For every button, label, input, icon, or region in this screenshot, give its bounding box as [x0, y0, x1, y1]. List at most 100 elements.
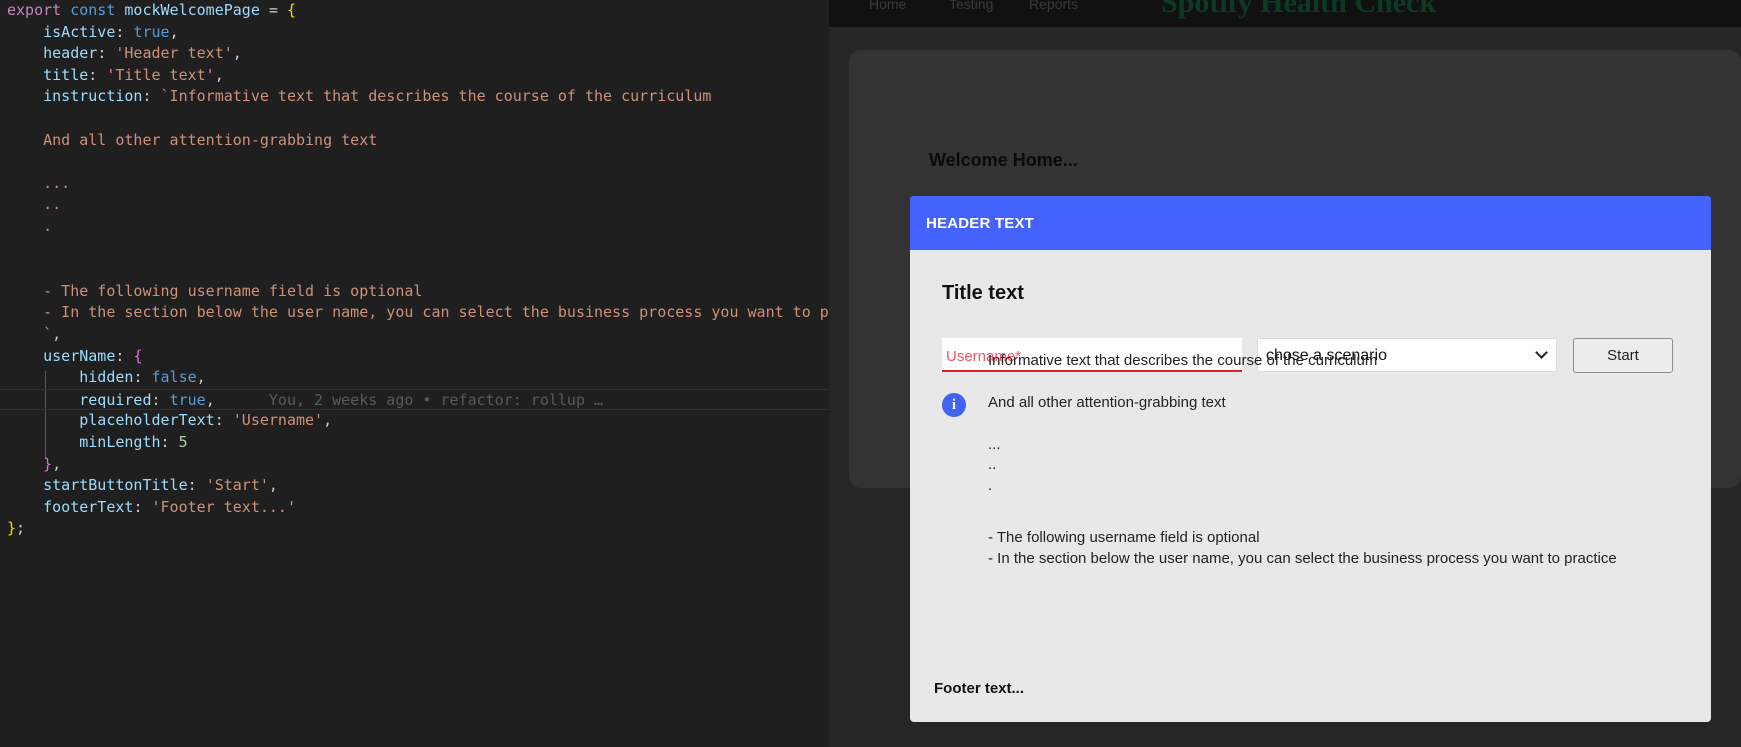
code-token: footerText [43, 497, 134, 516]
code-token: , [169, 22, 179, 41]
code-token: : [160, 433, 179, 451]
code-token: required [79, 390, 152, 409]
code-token: 'Start' [205, 476, 269, 495]
instruction-line: - The following username field is option… [988, 529, 1260, 546]
modal-title: Title text [942, 282, 1024, 304]
code-line: startButtonTitle: 'Start', [7, 475, 278, 497]
code-token: , [214, 65, 224, 84]
code-token: , [205, 390, 215, 409]
info-icon: i [942, 393, 966, 417]
code-line: isActive: true, [7, 22, 179, 44]
code-token: } [43, 454, 53, 473]
code-token: startButtonTitle [43, 476, 188, 495]
code-token: export [7, 1, 62, 19]
code-token: minLength [79, 433, 161, 451]
code-token: , [232, 44, 242, 63]
nav-link-reports[interactable]: Reports [1029, 0, 1078, 12]
code-token: ` [7, 325, 53, 343]
code-line: - In the section below the user name, yo… [7, 302, 829, 324]
code-token: `Informative text that describes the cou… [160, 87, 712, 106]
nav-link-home[interactable]: Home [869, 0, 906, 12]
code-line: header: 'Header text', [7, 43, 242, 65]
code-line: userName: { [7, 346, 142, 368]
code-token: instruction [43, 87, 143, 106]
welcome-heading: Welcome Home... [929, 150, 1078, 170]
code-token: : [187, 476, 206, 495]
welcome-modal: HEADER TEXT Title text chose a scenario … [910, 196, 1711, 722]
code-line: - The following username field is option… [7, 281, 422, 303]
code-token: } [7, 519, 17, 538]
modal-header-text: HEADER TEXT [926, 215, 1035, 232]
code-line: required: true, You, 2 weeks ago • refac… [0, 388, 829, 411]
modal-footer: Footer text... [934, 680, 1025, 697]
code-token: ... [7, 173, 71, 192]
code-token: : [133, 497, 152, 516]
code-token: , [52, 454, 62, 473]
code-token: 'Header text' [115, 44, 233, 63]
code-line: title: 'Title text', [7, 65, 224, 87]
modal-header: HEADER TEXT [910, 196, 1711, 250]
code-token: : [115, 22, 134, 41]
code-line: .. [7, 194, 61, 216]
code-editor[interactable]: export const mockWelcomePage = { isActiv… [0, 0, 829, 747]
instruction-line: Informative text that describes the cour… [988, 352, 1378, 369]
code-token: hidden [79, 368, 134, 387]
code-token: = [259, 1, 287, 19]
code-token: : [88, 65, 107, 84]
code-token: mockWelcomePage [124, 1, 260, 19]
code-line: . [7, 216, 52, 238]
code-token: title [43, 65, 89, 84]
code-token: true [133, 22, 170, 41]
nav-link-testing[interactable]: Testing [949, 0, 993, 12]
code-token: , [52, 325, 62, 343]
code-token: false [151, 368, 197, 387]
instruction-line: . [988, 477, 993, 494]
chevron-down-icon [1535, 346, 1548, 359]
instruction-line: ... [988, 436, 1001, 453]
code-token: - The following username field is option… [7, 281, 423, 300]
code-token: const [70, 1, 116, 19]
code-token: header [43, 44, 98, 63]
instruction-line: .. [988, 456, 997, 473]
code-line: }; [7, 518, 25, 540]
top-navbar: Home Testing Reports Spotify Health Chec… [829, 0, 1741, 27]
instruction-line: - In the section below the user name, yo… [988, 550, 1617, 567]
code-token: { [133, 346, 143, 365]
code-token: : [133, 368, 152, 387]
code-token: : [142, 87, 161, 106]
code-token: And all other attention-grabbing text [7, 130, 378, 149]
code-line: }, [7, 454, 61, 476]
instruction-line: And all other attention-grabbing text [988, 394, 1226, 411]
code-token: true [169, 390, 206, 409]
code-line: hidden: false, [7, 367, 205, 389]
code-token: , [323, 411, 333, 430]
code-line: placeholderText: 'Username', [7, 410, 332, 432]
code-line: `, [7, 324, 61, 346]
code-token: 'Title text' [106, 65, 215, 84]
code-token: .. [7, 195, 62, 214]
code-line: export const mockWelcomePage = { [7, 0, 296, 22]
brand-title: Spotify Health Check [1161, 0, 1437, 19]
start-button[interactable]: Start [1573, 338, 1673, 373]
code-token: : [97, 44, 116, 63]
git-blame-annotation: You, 2 weeks ago • refactor: rollup … [214, 390, 604, 409]
code-token: - In the section below the user name, yo… [7, 303, 829, 322]
code-line: minLength: 5 [7, 432, 187, 454]
browser-preview: Home Testing Reports Spotify Health Chec… [829, 0, 1741, 747]
code-token: : [214, 411, 233, 430]
code-line: footerText: 'Footer text...' [7, 497, 296, 519]
code-token: userName [43, 346, 116, 365]
code-token: placeholderText [79, 411, 215, 430]
code-token: 'Footer text...' [151, 497, 297, 516]
code-line: instruction: `Informative text that desc… [7, 86, 711, 108]
